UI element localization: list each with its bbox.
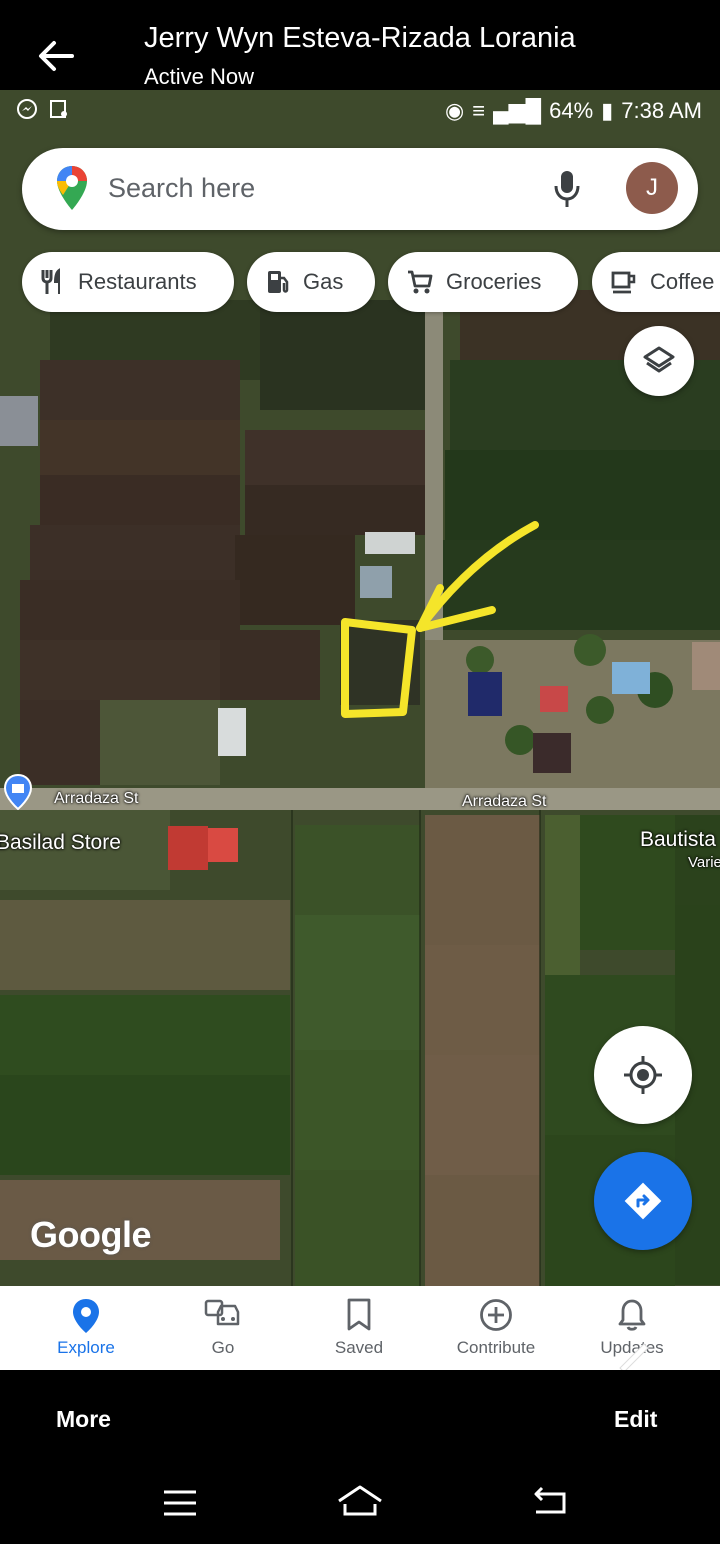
store-pin-icon[interactable] [3,773,33,815]
chat-header: Jerry Wyn Esteva-Rizada Lorania Active N… [0,0,720,90]
edit-button[interactable]: Edit [614,1406,657,1433]
fork-knife-icon [40,268,66,296]
chip-label: Groceries [446,269,542,294]
nav-contribute[interactable]: Contribute [424,1286,568,1370]
street-label: Arradaza St [54,790,139,807]
messenger-icon [16,98,38,126]
nav-label: Contribute [456,1338,536,1357]
system-navigation-bar [0,1470,720,1544]
my-location-button[interactable] [594,1026,692,1124]
car-icon [151,1298,295,1330]
place-label-bautista[interactable]: Bautista [640,828,716,852]
microphone-icon[interactable] [552,168,582,215]
pin-icon [14,1298,158,1334]
home-icon[interactable] [336,1484,384,1523]
image-viewer-actions: More Edit [0,1370,720,1470]
status-bar: ◉ ≡ ▄▆█ 64% ▮ 7:38 AM [0,98,720,128]
coffee-cup-icon [610,268,638,296]
wifi-icon: ≡ [472,98,486,123]
signal-icon: ▄▆█ [493,98,542,123]
directions-button[interactable] [594,1152,692,1250]
chip-label: Restaurants [78,269,197,294]
nav-label: Saved [334,1338,384,1357]
category-chips: Restaurants Gas Groceries Coffee [0,252,720,314]
chip-groceries[interactable]: Groceries [388,252,578,312]
battery-icon: ▮ [601,98,614,123]
chat-status: Active Now [144,64,255,89]
bell-icon [560,1298,704,1332]
clock: 7:38 AM [621,98,702,123]
plus-circle-icon [424,1298,568,1332]
more-button[interactable]: More [56,1406,111,1433]
chip-coffee[interactable]: Coffee [592,252,720,312]
chip-label: Coffee [650,269,715,294]
place-label-store[interactable]: Basilad Store [0,831,121,855]
google-maps-pin-icon [54,164,90,217]
location-icon: ◉ [444,98,465,123]
bottom-navigation: Explore Go Saved Contribute Updates [0,1286,720,1373]
gas-pump-icon [265,268,291,296]
directions-icon [624,1182,662,1220]
nav-saved[interactable]: Saved [287,1286,431,1370]
google-logo: Google [30,1214,152,1255]
nav-explore[interactable]: Explore [14,1286,158,1370]
search-bar[interactable]: Search here J [22,148,698,230]
chip-label: Gas [303,269,344,294]
layers-button[interactable] [624,326,694,396]
place-sublabel: Varie [688,854,720,871]
bookmark-icon [287,1298,431,1332]
battery-percent: 64% [549,98,594,123]
crosshair-icon [624,1056,662,1094]
back-icon[interactable] [530,1486,570,1523]
layers-icon [643,346,675,373]
nav-label: Explore [57,1338,115,1357]
chat-title: Jerry Wyn Esteva-Rizada Lorania [144,22,576,54]
street-label: Arradaza St [462,793,547,810]
search-input[interactable]: Search here [108,173,255,204]
chip-gas[interactable]: Gas [247,252,375,312]
nav-label: Go [211,1338,235,1357]
nav-go[interactable]: Go [151,1286,295,1370]
chip-restaurants[interactable]: Restaurants [22,252,234,312]
recent-apps-icon[interactable] [162,1488,198,1523]
avatar[interactable]: J [626,162,678,214]
screenshot-icon [48,98,70,126]
back-arrow-icon[interactable] [34,34,78,78]
cart-icon [406,268,434,296]
